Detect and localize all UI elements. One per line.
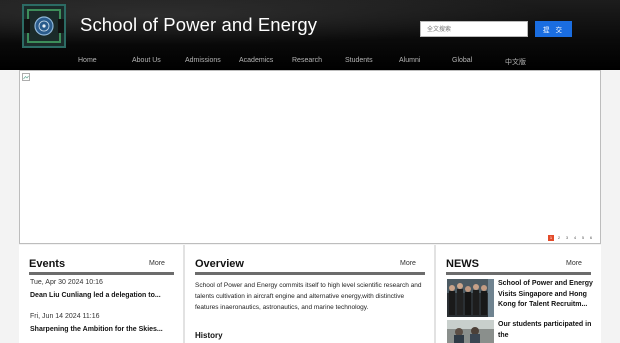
overview-divider xyxy=(195,272,425,275)
slide-dot[interactable]: 1 xyxy=(548,235,554,241)
nav-item-home[interactable]: Home xyxy=(78,57,97,64)
search-input[interactable] xyxy=(420,21,528,37)
main-nav: Home About Us Admissions Academics Resea… xyxy=(0,53,620,70)
broken-image-icon xyxy=(22,73,30,81)
news-thumbnail-image[interactable] xyxy=(447,279,494,317)
history-heading[interactable]: History xyxy=(195,331,223,340)
overview-more-link[interactable]: More xyxy=(400,260,416,267)
nav-item-academics[interactable]: Academics xyxy=(239,57,273,64)
nav-item-alumni[interactable]: Alumni xyxy=(399,57,420,64)
page: School of Power and Energy 提 交 Home Abou… xyxy=(0,0,620,343)
overview-section: Overview More School of Power and Energy… xyxy=(185,245,434,343)
nav-item-chinese[interactable]: 中文版 xyxy=(505,57,526,67)
overview-heading: Overview xyxy=(195,258,244,270)
slide-dot[interactable]: 4 xyxy=(572,235,578,241)
nav-item-about-us[interactable]: About Us xyxy=(132,57,161,64)
news-title-link[interactable]: School of Power and Energy Visits Singap… xyxy=(498,279,598,311)
events-section: Events More Tue, Apr 30 2024 10:16 Dean … xyxy=(19,245,183,343)
search-button[interactable]: 提 交 xyxy=(535,21,572,37)
nav-item-research[interactable]: Research xyxy=(292,57,322,64)
overview-text: School of Power and Energy commits itsel… xyxy=(195,282,422,311)
news-thumbnail-image[interactable] xyxy=(447,320,494,343)
event-date: Fri, Jun 14 2024 11:16 xyxy=(30,313,100,320)
slide-pager: 1 2 3 4 5 6 xyxy=(548,235,594,241)
school-logo-icon[interactable] xyxy=(22,4,66,48)
event-title-link[interactable]: Sharpening the Ambition for the Skies... xyxy=(30,325,180,335)
news-divider xyxy=(446,272,591,275)
event-title-link[interactable]: Dean Liu Cunliang led a delegation to... xyxy=(30,291,180,301)
nav-item-admissions[interactable]: Admissions xyxy=(185,57,221,64)
banner-slideshow[interactable]: 1 2 3 4 5 6 xyxy=(19,70,601,244)
events-more-link[interactable]: More xyxy=(149,260,165,267)
events-heading: Events xyxy=(29,258,66,270)
slide-dot[interactable]: 6 xyxy=(588,235,594,241)
events-divider xyxy=(29,272,174,275)
nav-item-global[interactable]: Global xyxy=(452,57,472,64)
slide-dot[interactable]: 5 xyxy=(580,235,586,241)
news-more-link[interactable]: More xyxy=(566,260,582,267)
news-title-link[interactable]: Our students participated in the xyxy=(498,320,598,341)
slide-dot[interactable]: 3 xyxy=(564,235,570,241)
site-header: School of Power and Energy 提 交 Home Abou… xyxy=(0,0,620,70)
event-date: Tue, Apr 30 2024 10:16 xyxy=(30,279,103,286)
news-heading: NEWS xyxy=(446,258,479,270)
news-section: NEWS More School of Power and Energy Vis… xyxy=(436,245,601,343)
site-title: School of Power and Energy xyxy=(80,14,318,35)
nav-item-students[interactable]: Students xyxy=(345,57,373,64)
slide-dot[interactable]: 2 xyxy=(556,235,562,241)
